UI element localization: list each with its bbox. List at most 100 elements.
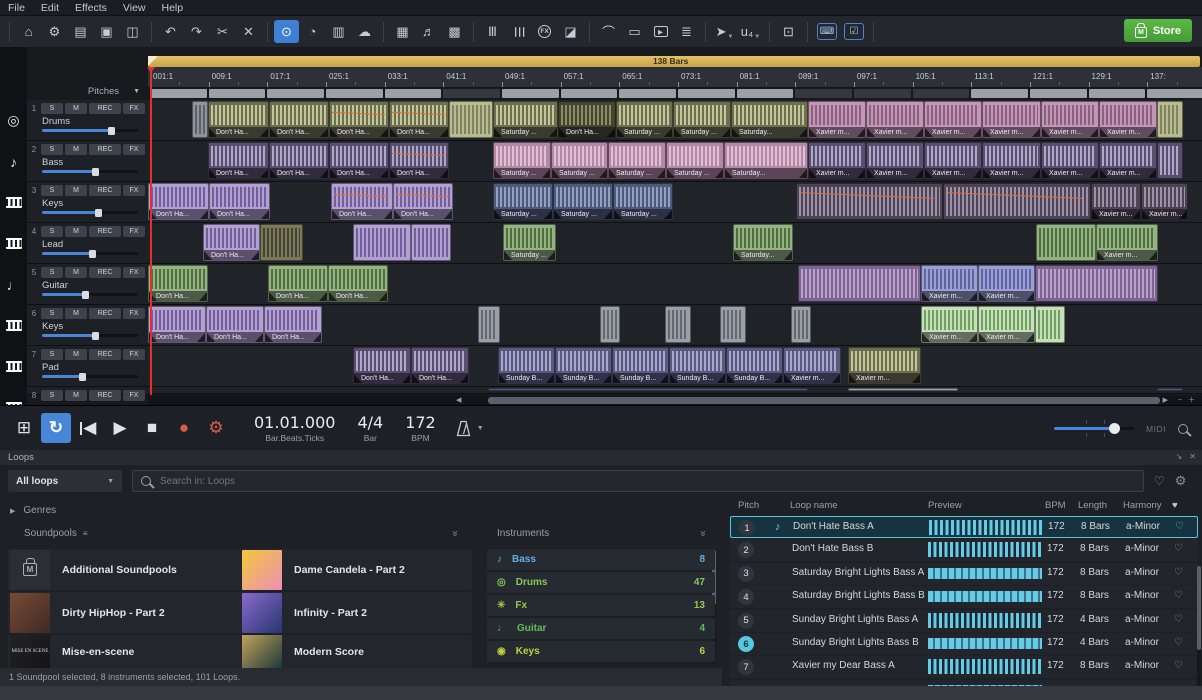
loudness-icon[interactable]: ◔ <box>300 20 325 43</box>
track-s-button[interactable]: S <box>41 144 63 155</box>
templates-icon[interactable]: ▩ <box>442 20 467 43</box>
beat-cell[interactable] <box>678 89 735 98</box>
instruments-icon[interactable]: Ⅲ <box>480 20 505 43</box>
track-m-button[interactable]: M <box>65 226 87 237</box>
pitch-circle[interactable]: 5 <box>738 613 754 629</box>
track-volume-slider[interactable] <box>42 252 138 255</box>
soundpool-item[interactable]: Dame Candela - Part 2 <box>240 549 472 590</box>
loop-preview-waveform[interactable] <box>928 659 1042 674</box>
record-settings-button[interactable]: ⚙ <box>201 413 231 443</box>
audio-clip[interactable]: Don't Ha... <box>148 265 208 302</box>
audio-clip[interactable] <box>720 306 746 343</box>
audio-clip[interactable]: Saturday ... <box>493 101 558 138</box>
audio-clip[interactable] <box>796 183 943 220</box>
pitch-circle[interactable]: 6 <box>738 636 754 652</box>
beat-cell[interactable] <box>1030 89 1087 98</box>
track-m-button[interactable]: M <box>65 349 87 360</box>
column-header-preview[interactable]: Preview <box>928 500 962 511</box>
signature-display[interactable]: 4/4 Bar <box>357 413 383 443</box>
loop-row[interactable]: 4Saturday Bright Lights Bass B1728 Barsa… <box>730 586 1198 608</box>
loops-settings-icon[interactable]: ⚙ <box>1175 473 1187 489</box>
track-s-button[interactable]: S <box>41 185 63 196</box>
store-button[interactable]: M Store <box>1124 19 1192 42</box>
track-rec-button[interactable]: REC <box>89 349 121 360</box>
audio-clip[interactable]: Xavier m... <box>982 142 1041 179</box>
audio-clip[interactable]: Xavier m... <box>808 142 866 179</box>
soundpool-item[interactable]: Modern Score <box>240 635 472 668</box>
track-name[interactable]: Bass <box>42 157 144 168</box>
collapse-soundpools-icon[interactable]: » <box>449 531 460 537</box>
beat-cell[interactable] <box>971 89 1028 98</box>
file-manager-icon[interactable]: ▥ <box>326 20 351 43</box>
undo-icon[interactable]: ↶ <box>158 20 183 43</box>
audio-clip[interactable]: Saturday ... <box>553 183 613 220</box>
audio-clip[interactable]: Xavier m... <box>866 142 924 179</box>
beat-cell[interactable] <box>326 89 383 98</box>
audio-clip[interactable]: Don't Ha... <box>208 101 269 138</box>
audio-clip[interactable]: Don't Ha... <box>209 183 270 220</box>
track-lane-5[interactable]: Don't Ha...Don't Ha...Don't Ha...Xavier … <box>148 264 1202 305</box>
track-volume-slider[interactable] <box>42 334 138 337</box>
zoom-search-icon[interactable] <box>1178 424 1188 434</box>
menu-item-help[interactable]: Help <box>162 2 184 14</box>
loop-row[interactable]: 3Saturday Bright Lights Bass A1728 Barsa… <box>730 563 1198 585</box>
redo-icon[interactable]: ↷ <box>184 20 209 43</box>
audio-clip[interactable]: Xavier m... <box>1099 101 1157 138</box>
audio-clip[interactable] <box>1036 224 1096 261</box>
audio-clip[interactable]: Don't Ha... <box>206 306 264 343</box>
beat-cell[interactable] <box>561 89 618 98</box>
loop-row[interactable]: 7Xavier my Dear Bass A1728 Barsa-Minor♡ <box>730 656 1198 678</box>
object-list-icon[interactable]: ≣ <box>674 20 699 43</box>
audio-clip[interactable]: Don't Ha... <box>389 101 449 138</box>
audio-clip[interactable]: Saturday ... <box>616 101 673 138</box>
loop-row[interactable]: 2Don't Hate Bass B1728 Barsa-Minor♡ <box>730 539 1198 561</box>
track-header-8[interactable]: 8SMRECFX <box>27 387 148 395</box>
track-m-button[interactable]: M <box>65 103 87 114</box>
audio-clip[interactable]: Don't Ha... <box>269 101 329 138</box>
audio-clip[interactable]: Xavier m... <box>1041 101 1099 138</box>
favorite-heart-icon[interactable]: ♡ <box>1175 521 1184 532</box>
loop-preview-waveform[interactable] <box>929 520 1043 535</box>
track-fx-button[interactable]: FX <box>123 185 145 196</box>
column-header-length[interactable]: Length <box>1078 500 1107 511</box>
beat-cell[interactable] <box>502 89 559 98</box>
favorites-filter-icon[interactable]: ♡ <box>1154 474 1165 488</box>
audio-editor-icon[interactable]: ◪ <box>558 20 583 43</box>
audio-clip[interactable]: Sunday B... <box>669 347 726 384</box>
beat-cell[interactable] <box>385 89 442 98</box>
beat-cell[interactable] <box>854 89 911 98</box>
track-header-3[interactable]: 3SMRECFXKeys <box>27 182 148 223</box>
track-rec-button[interactable]: REC <box>89 267 121 278</box>
audio-clip[interactable]: Xavier m... <box>1041 142 1099 179</box>
loops-filter-dropdown[interactable]: All loops ▼ <box>8 470 122 492</box>
track-fx-button[interactable]: FX <box>123 308 145 319</box>
loop-row[interactable]: 1♪Don't Hate Bass A1728 Barsa-Minor♡ <box>730 516 1198 538</box>
track-volume-slider[interactable] <box>42 375 138 378</box>
home-icon[interactable]: ⌂ <box>16 20 41 43</box>
master-volume-slider[interactable] <box>1054 427 1134 430</box>
track-rec-button[interactable]: REC <box>89 226 121 237</box>
menu-item-edit[interactable]: Edit <box>41 2 59 14</box>
audio-clip[interactable]: Saturday ... <box>673 101 731 138</box>
audio-clip[interactable]: Don't Ha... <box>148 183 209 220</box>
audio-clip[interactable]: Xavier m... <box>848 347 921 384</box>
track-lane-2[interactable]: Don't Ha...Don't Ha...Don't Ha...Don't H… <box>148 141 1202 182</box>
loop-toggle-button[interactable]: ↻ <box>41 413 71 443</box>
audio-clip[interactable] <box>1157 142 1183 179</box>
pitch-circle[interactable]: 1 <box>739 520 755 536</box>
audio-clip[interactable]: Don't Ha... <box>331 183 393 220</box>
audio-clip[interactable]: Saturday ... <box>493 183 553 220</box>
track-rec-button[interactable]: REC <box>89 185 121 196</box>
audio-clip[interactable]: Xavier m... <box>924 142 982 179</box>
track-lane-6[interactable]: Don't Ha...Don't Ha...Don't Ha...Xavier … <box>148 305 1202 346</box>
beat-cell[interactable] <box>209 89 266 98</box>
column-header-harmony[interactable]: Harmony <box>1123 500 1162 511</box>
track-volume-slider[interactable] <box>42 170 138 173</box>
track-lane-1[interactable]: Don't Ha...Don't Ha...Don't Ha...Don't H… <box>148 100 1202 141</box>
record-button[interactable]: ● <box>169 413 199 443</box>
track-name[interactable]: Guitar <box>42 280 144 291</box>
instrument-item-bass[interactable]: ♪Bass8 <box>487 549 715 570</box>
instrument-item-keys[interactable]: ◉Keys6 <box>487 641 715 662</box>
audio-clip[interactable]: Saturday ... <box>493 142 551 179</box>
track-m-button[interactable]: M <box>65 308 87 319</box>
